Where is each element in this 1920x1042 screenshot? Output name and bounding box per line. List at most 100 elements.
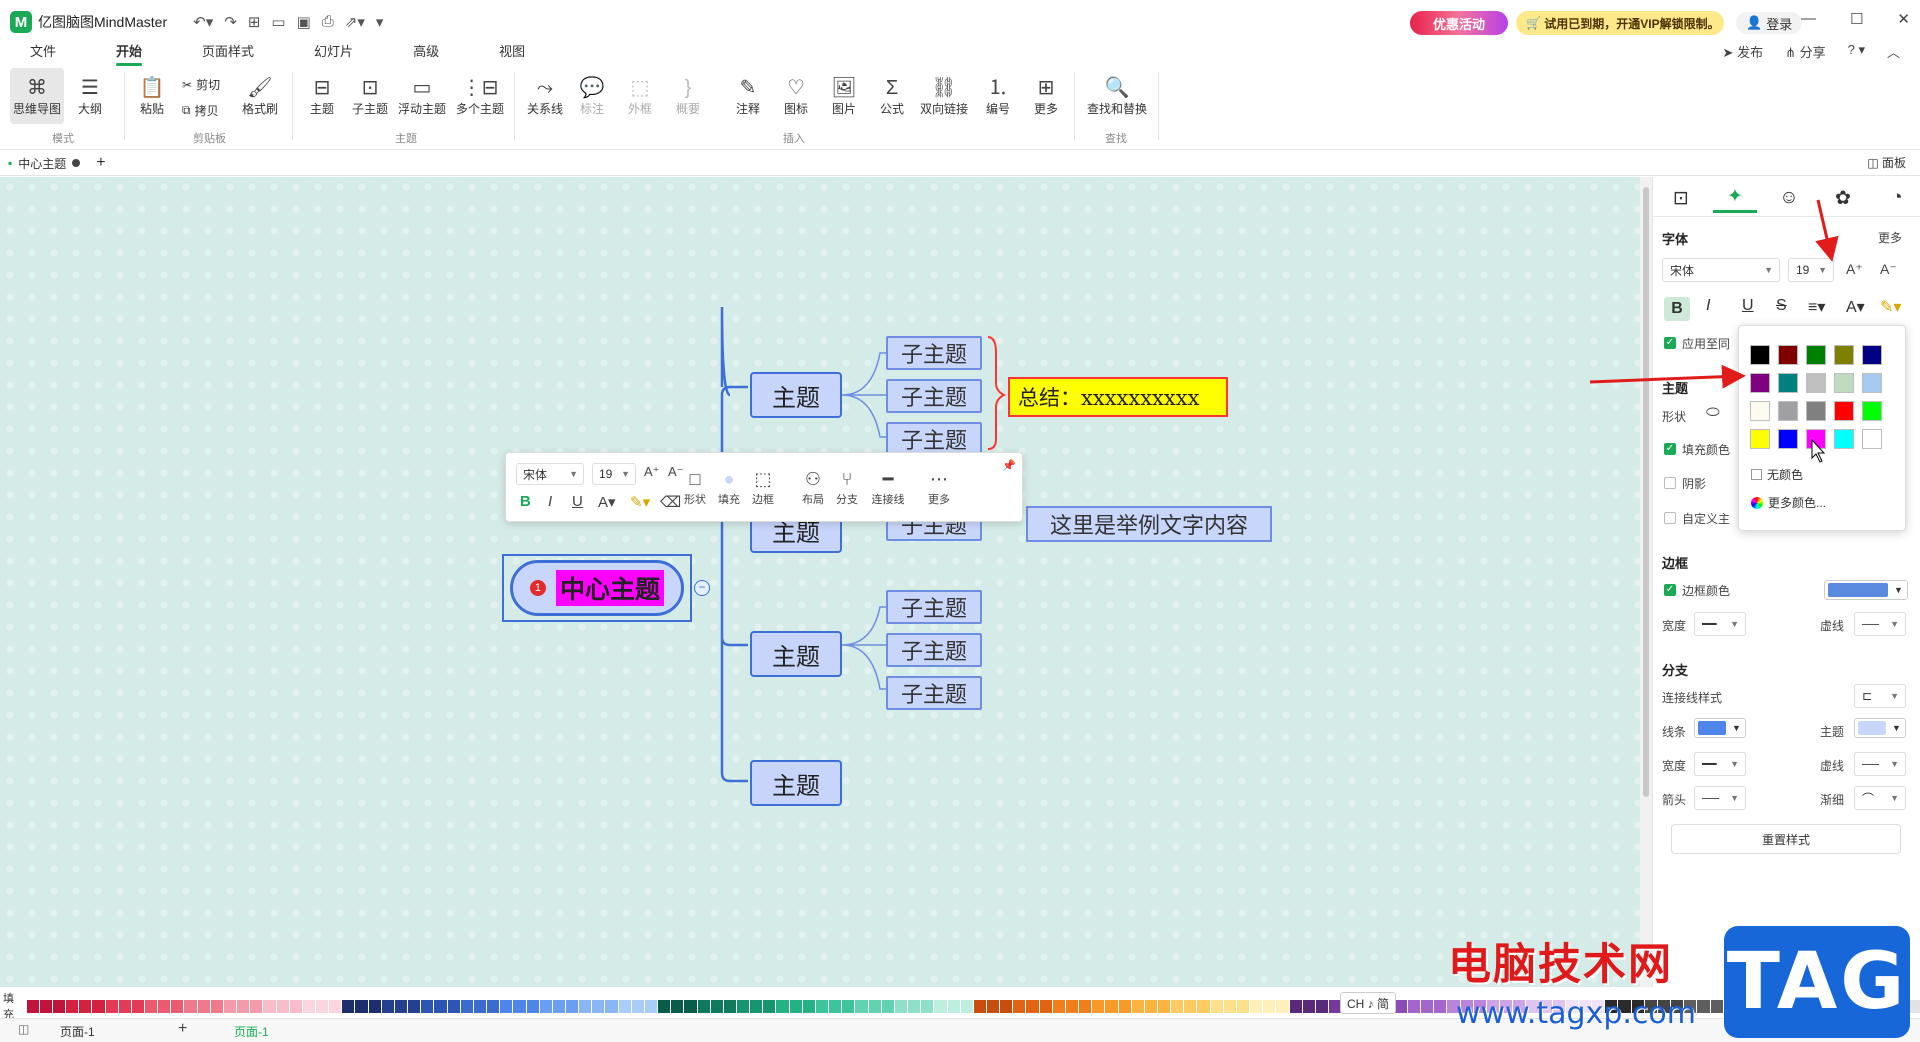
palette-swatch[interactable] — [460, 999, 473, 1013]
palette-swatch[interactable] — [539, 999, 552, 1013]
color-swatch[interactable] — [1806, 401, 1826, 421]
branch-topic-swatch[interactable]: ▼ — [1854, 718, 1906, 738]
subtopic[interactable]: 子主题 — [886, 336, 982, 370]
promo-button[interactable]: 优惠活动 — [1410, 11, 1508, 35]
palette-swatch[interactable] — [1223, 999, 1236, 1013]
numbering-button[interactable]: ⒈ 编号 — [974, 68, 1022, 124]
palette-swatch[interactable] — [1210, 999, 1223, 1013]
palette-swatch[interactable] — [1434, 999, 1447, 1013]
palette-swatch[interactable] — [1184, 999, 1197, 1013]
apply-all-checkbox[interactable]: ✓ — [1664, 337, 1676, 349]
palette-swatch[interactable] — [39, 999, 52, 1013]
palette-swatch[interactable] — [789, 999, 802, 1013]
color-swatch[interactable] — [1806, 373, 1826, 393]
minimize-icon[interactable]: — — [1801, 10, 1816, 28]
palette-swatch[interactable] — [342, 999, 355, 1013]
color-swatch[interactable] — [1806, 345, 1826, 365]
palette-swatch[interactable] — [644, 999, 658, 1013]
main-topic[interactable]: 主题 — [750, 631, 842, 677]
palette-swatch[interactable] — [868, 999, 881, 1013]
highlight-icon[interactable]: ✎▾ — [1880, 297, 1901, 317]
panel-font-select[interactable]: 宋体 ▼ — [1662, 258, 1780, 282]
main-topic[interactable]: 主题 — [750, 760, 842, 806]
palette-swatch[interactable] — [210, 999, 223, 1013]
palette-swatch[interactable] — [1394, 999, 1407, 1013]
summary-button[interactable]: } 概要 — [664, 68, 712, 124]
color-swatch[interactable] — [1862, 345, 1882, 365]
palette-swatch[interactable] — [329, 999, 342, 1013]
palette-swatch[interactable] — [1026, 999, 1039, 1013]
copy-button[interactable]: ⧉ 拷贝 — [182, 102, 219, 119]
palette-swatch[interactable] — [26, 999, 39, 1013]
palette-swatch[interactable] — [368, 999, 381, 1013]
callout-button[interactable]: 💬 标注 — [568, 68, 616, 124]
color-swatch[interactable] — [1834, 401, 1854, 421]
italic-icon[interactable]: I — [548, 493, 552, 510]
palette-swatch[interactable] — [723, 999, 736, 1013]
palette-swatch[interactable] — [105, 999, 118, 1013]
color-swatch[interactable] — [1778, 429, 1798, 449]
palette-swatch[interactable] — [92, 999, 105, 1013]
palette-swatch[interactable] — [197, 999, 210, 1013]
palette-swatch[interactable] — [1710, 999, 1723, 1013]
subtopic-button[interactable]: ⊡ 子主题 — [346, 68, 394, 124]
palette-swatch[interactable] — [171, 999, 184, 1013]
line-color-swatch[interactable]: ▼ — [1694, 718, 1746, 738]
palette-swatch[interactable] — [592, 999, 605, 1013]
palette-swatch[interactable] — [302, 999, 315, 1013]
main-topic[interactable]: 主题 — [750, 372, 842, 418]
font-grow-icon[interactable]: A⁺ — [1846, 261, 1863, 278]
vertical-scrollbar[interactable] — [1640, 177, 1652, 987]
highlight-icon[interactable]: ✎▾ — [630, 493, 650, 511]
palette-swatch[interactable] — [960, 999, 973, 1013]
strikethrough-icon[interactable]: S — [1776, 297, 1787, 315]
palette-swatch[interactable] — [631, 999, 644, 1013]
color-swatch[interactable] — [1862, 429, 1882, 449]
custom-checkbox[interactable] — [1664, 512, 1676, 524]
color-swatch[interactable] — [1834, 373, 1854, 393]
menu-slides[interactable]: 幻灯片 — [314, 40, 353, 66]
palette-swatch[interactable] — [276, 999, 289, 1013]
palette-swatch[interactable] — [487, 999, 500, 1013]
bold-icon[interactable]: B — [1664, 297, 1690, 321]
note-button[interactable]: ✎ 注释 — [724, 68, 772, 124]
color-swatch[interactable] — [1750, 373, 1770, 393]
floating-topic[interactable]: 这里是举例文字内容 — [1026, 506, 1272, 542]
bilink-button[interactable]: ⛓ 双向链接 — [916, 68, 972, 124]
add-page-icon[interactable]: + — [178, 1020, 187, 1038]
menu-page-style[interactable]: 页面样式 — [202, 40, 254, 66]
maximize-icon[interactable]: ☐ — [1850, 10, 1863, 28]
palette-swatch[interactable] — [434, 999, 447, 1013]
palette-swatch[interactable] — [947, 999, 960, 1013]
mindmap-canvas[interactable]: 主题 子主题 子主题 子主题 主题 子主题 主题 子主题 子主题 子主题 主题 — [0, 177, 1640, 987]
mini-font-select[interactable]: 宋体 ▼ — [516, 463, 584, 485]
palette-swatch[interactable] — [421, 999, 434, 1013]
taper-select[interactable]: ⌒ ▼ — [1854, 786, 1906, 810]
export-icon[interactable]: ⇗▾ — [345, 13, 365, 31]
palette-swatch[interactable] — [855, 999, 868, 1013]
palette-swatch[interactable] — [1079, 999, 1092, 1013]
connector-style-select[interactable]: ⊏ ▼ — [1854, 684, 1906, 708]
palette-swatch[interactable] — [158, 999, 171, 1013]
central-topic[interactable]: 1 中心主题 — [510, 560, 684, 616]
find-replace-button[interactable]: 🔍 查找和替换 — [1082, 68, 1152, 124]
align-icon[interactable]: ≡▾ — [1808, 297, 1825, 317]
formula-button[interactable]: Σ 公式 — [868, 68, 916, 124]
menu-view[interactable]: 视图 — [499, 40, 525, 66]
mini-layout-button[interactable]: ⚇ 布局 — [796, 467, 830, 507]
palette-swatch[interactable] — [223, 999, 237, 1013]
palette-swatch[interactable] — [684, 999, 697, 1013]
branch-width-select[interactable]: ━━ ▼ — [1694, 752, 1746, 776]
palette-swatch[interactable] — [408, 999, 421, 1013]
panel-size-select[interactable]: 19 ▼ — [1788, 258, 1834, 282]
palette-swatch[interactable] — [565, 999, 579, 1013]
palette-swatch[interactable] — [1118, 999, 1131, 1013]
floating-topic-button[interactable]: ▭ 浮动主题 — [396, 68, 448, 124]
color-swatch[interactable] — [1750, 429, 1770, 449]
palette-swatch[interactable] — [750, 999, 763, 1013]
vip-notice-button[interactable]: 🛒 试用已到期，开通VIP解锁限制。 — [1516, 11, 1724, 35]
publish-button[interactable]: ➤ 发布 — [1723, 42, 1764, 61]
palette-swatch[interactable] — [394, 999, 408, 1013]
palette-swatch[interactable] — [289, 999, 302, 1013]
mini-fill-button[interactable]: ● 填充 — [712, 467, 746, 507]
